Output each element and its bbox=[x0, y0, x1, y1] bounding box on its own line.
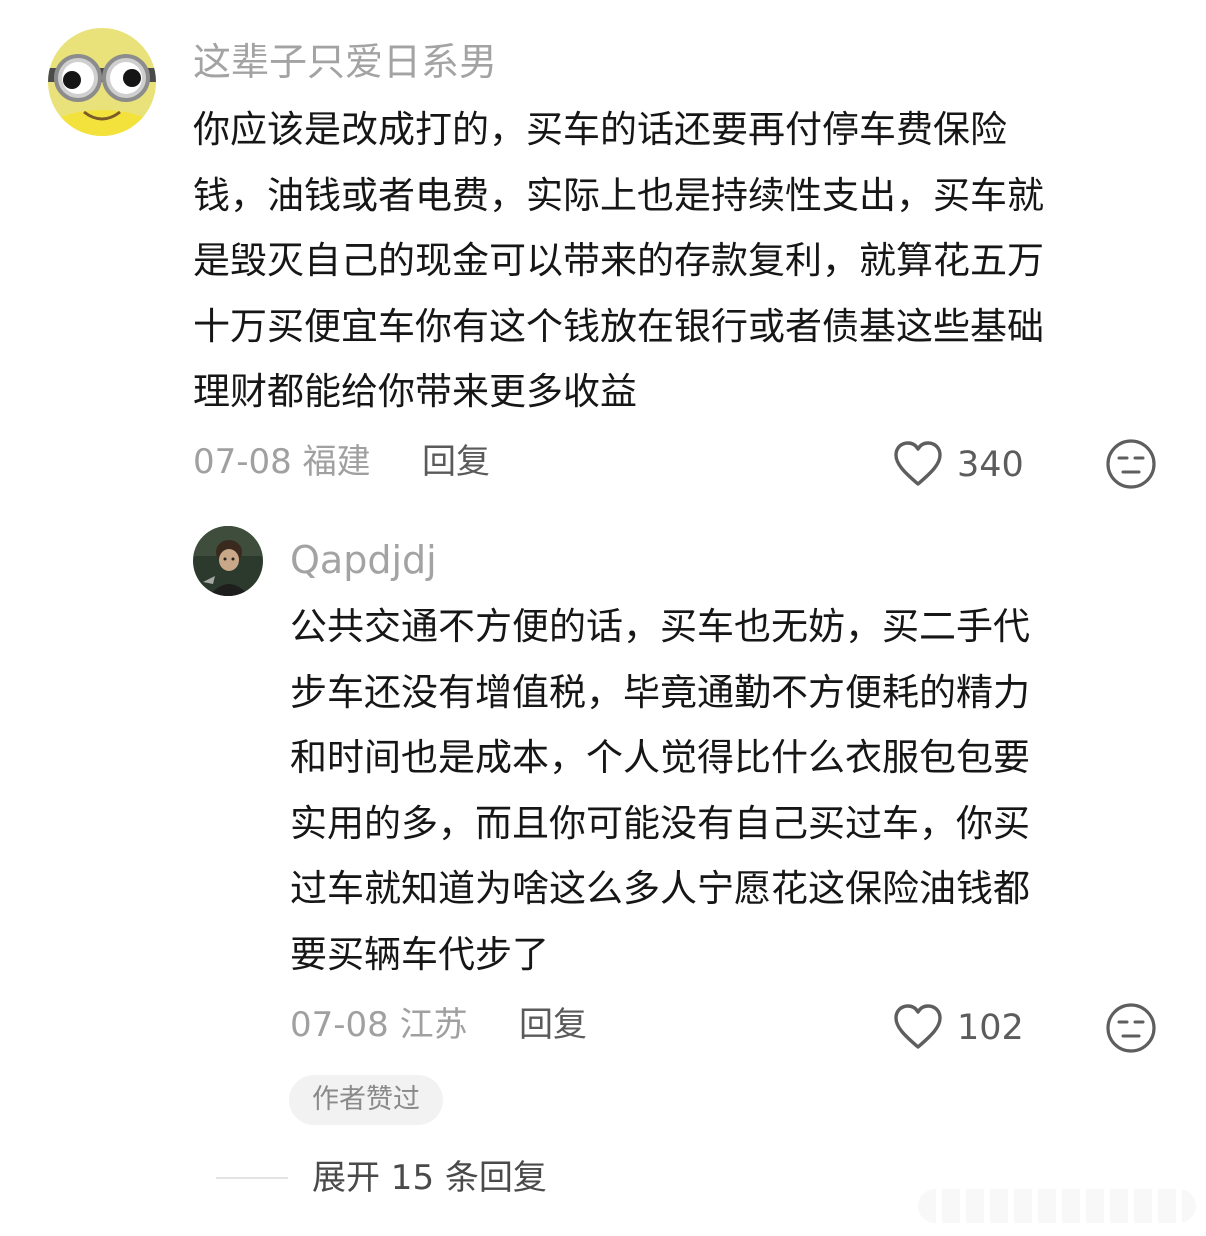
comment-line: 过车就知道为啥这么多人宁愿花这保险油钱都 bbox=[290, 867, 1030, 910]
like-count: 102 bbox=[957, 1008, 1024, 1048]
date-location: 07-08 福建 bbox=[193, 442, 371, 482]
author-liked-badge: 作者赞过 bbox=[289, 1075, 443, 1125]
photo-avatar-icon bbox=[193, 526, 263, 596]
divider bbox=[216, 1177, 288, 1179]
comment-text: 你应该是改成打的，买车的话还要再付停车费保险 钱，油钱或者电费，实际上也是持续性… bbox=[193, 97, 1044, 425]
date-location: 07-08 江苏 bbox=[290, 1005, 468, 1045]
comment-line: 十万买便宜车你有这个钱放在银行或者债基这些基础 bbox=[193, 304, 1044, 348]
reply-button[interactable]: 回复 bbox=[519, 1005, 587, 1045]
expand-replies-button[interactable]: 展开 15 条回复 bbox=[312, 1157, 547, 1199]
reply-button[interactable]: 回复 bbox=[422, 442, 490, 482]
comment-line: 是毁灭自己的现金可以带来的存款复利，就算花五万 bbox=[193, 239, 1044, 282]
comment-line: 你应该是改成打的，买车的话还要再付停车费保险 bbox=[193, 108, 1007, 151]
heart-outline-icon bbox=[894, 441, 942, 486]
meh-face-icon bbox=[1106, 439, 1156, 489]
comment-line: 公共交通不方便的话，买车也无妨，买二手代 bbox=[290, 605, 1030, 648]
reaction-button[interactable] bbox=[1105, 1002, 1157, 1054]
comment-line: 要买辆车代步了 bbox=[290, 932, 549, 976]
username[interactable]: Qapdjdj bbox=[290, 538, 437, 582]
comment-text: 公共交通不方便的话，买车也无妨，买二手代 步车还没有增值税，毕竟通勤不方便耗的精… bbox=[290, 594, 1030, 987]
meh-face-icon bbox=[1106, 1003, 1156, 1053]
avatar[interactable] bbox=[193, 526, 263, 596]
like-button[interactable] bbox=[892, 1003, 944, 1051]
comment-line: 理财都能给你带来更多收益 bbox=[193, 370, 637, 413]
comment-line: 步车还没有增值税，毕竟通勤不方便耗的精力 bbox=[290, 670, 1030, 714]
like-count: 340 bbox=[957, 445, 1024, 485]
comment-line: 实用的多，而且你可能没有自己买过车，你买 bbox=[290, 801, 1030, 845]
reaction-button[interactable] bbox=[1105, 438, 1157, 490]
comment-line: 钱，油钱或者电费，实际上也是持续性支出，买车就 bbox=[193, 173, 1044, 217]
comment-line: 和时间也是成本，个人觉得比什么衣服包包要 bbox=[290, 736, 1030, 779]
scroll-indicator bbox=[918, 1189, 1196, 1223]
minion-avatar-icon bbox=[48, 28, 156, 136]
username[interactable]: 这辈子只爱日系男 bbox=[193, 40, 497, 84]
heart-outline-icon bbox=[894, 1004, 942, 1049]
like-button[interactable] bbox=[892, 440, 944, 488]
avatar[interactable] bbox=[48, 28, 156, 136]
